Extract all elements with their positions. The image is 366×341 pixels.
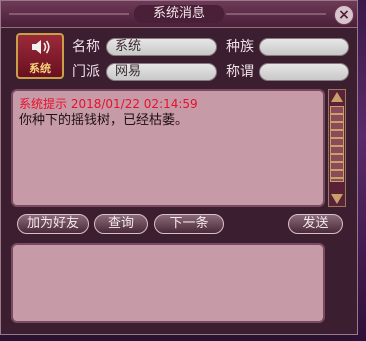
name-label: 名称 [72, 39, 100, 55]
add-friend-button[interactable]: 加为好友 [17, 214, 89, 234]
speaker-icon [32, 40, 50, 54]
next-message-button[interactable]: 下一条 [154, 214, 224, 234]
race-field [259, 38, 349, 56]
system-message-window: 系统消息 × 系统 名称 系统 种族 门派 网易 称谓 系统提示 2018/01… [0, 0, 358, 335]
title-bar[interactable]: 系统消息 × [1, 1, 357, 28]
query-button[interactable]: 查询 [94, 214, 148, 234]
avatar-label: 系统 [29, 62, 51, 75]
window-title: 系统消息 [134, 5, 224, 23]
race-label: 种族 [226, 39, 254, 55]
send-button[interactable]: 发送 [288, 214, 343, 234]
scroll-down-icon[interactable] [331, 194, 343, 204]
name-field: 系统 [106, 38, 217, 56]
sect-label: 门派 [72, 64, 100, 80]
reply-input[interactable] [11, 243, 325, 323]
title-field [259, 63, 349, 81]
message-body: 你种下的摇钱树，已经枯萎。 [19, 113, 189, 128]
title-label: 称谓 [226, 64, 254, 80]
scroll-up-icon[interactable] [331, 92, 343, 102]
close-icon[interactable]: × [334, 5, 354, 25]
message-header: 系统提示 2018/01/22 02:14:59 [19, 97, 198, 111]
sect-field: 网易 [106, 63, 217, 81]
scroll-thumb[interactable] [330, 106, 344, 182]
message-scrollbar[interactable] [328, 89, 346, 207]
message-panel[interactable]: 系统提示 2018/01/22 02:14:59 你种下的摇钱树，已经枯萎。 [11, 89, 325, 207]
avatar: 系统 [16, 33, 64, 79]
